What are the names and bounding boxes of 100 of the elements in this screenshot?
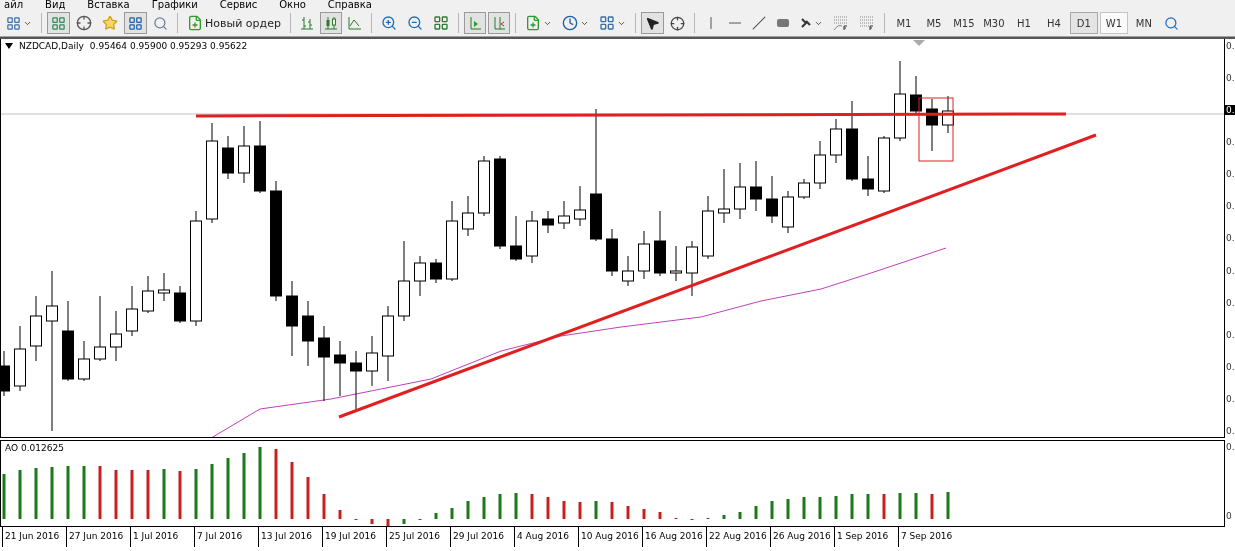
timeframe-button[interactable]: M30 <box>979 12 1008 34</box>
date-label: 4 Aug 2016 <box>514 527 578 547</box>
rectangle-icon <box>775 18 790 28</box>
highlight-rectangle <box>918 97 954 162</box>
candlestick <box>766 175 778 224</box>
candlestick <box>142 275 154 314</box>
candlestick-icon <box>323 16 338 30</box>
histogram-bar <box>306 477 310 519</box>
histogram-bar <box>546 497 550 519</box>
histogram-bar <box>562 501 566 519</box>
candlestick <box>862 155 874 197</box>
histogram-bar <box>210 464 214 519</box>
price-label: 0. <box>1225 233 1235 244</box>
candlestick <box>302 300 314 367</box>
fibonacci-fan-icon <box>832 15 849 31</box>
crosshair-icon <box>669 15 685 31</box>
symbol-label: NZDCAD,Daily <box>19 41 84 51</box>
chart-shift-button[interactable] <box>487 12 510 34</box>
menu-item[interactable]: Вид <box>45 0 66 10</box>
candlestick <box>926 98 938 152</box>
histogram-bar <box>290 462 294 519</box>
arrows-icon <box>799 17 812 29</box>
menu-item[interactable]: Справка <box>327 0 372 10</box>
candlestick <box>574 185 586 227</box>
menu-item[interactable]: айл <box>4 0 24 10</box>
price-label: 0. <box>1225 73 1235 84</box>
price-label: 0. <box>1225 297 1235 308</box>
histogram-bar <box>642 509 646 519</box>
histogram-bar <box>530 494 534 519</box>
star-icon <box>102 15 118 31</box>
histogram-bar <box>114 470 118 519</box>
timeframe-button[interactable]: D1 <box>1069 12 1098 34</box>
cursor-button[interactable] <box>640 12 664 34</box>
file-plus-icon <box>187 15 203 31</box>
histogram-bar <box>610 502 614 519</box>
candlestick <box>78 340 90 382</box>
candlestick <box>910 75 922 114</box>
histogram-bar <box>498 494 502 519</box>
date-label: 19 Jul 2016 <box>322 527 386 547</box>
candlestick <box>734 162 746 220</box>
date-label: 29 Jul 2016 <box>450 527 514 547</box>
histogram-bar <box>146 470 150 519</box>
date-label: 13 Jul 2016 <box>258 527 322 547</box>
price-label: 0. <box>1225 137 1235 148</box>
timeframe-button[interactable]: M5 <box>919 12 948 34</box>
histogram-bar <box>82 466 86 519</box>
menu-item[interactable]: Сервис <box>219 0 258 10</box>
histogram-bar <box>242 453 246 519</box>
market-watch-button[interactable] <box>47 12 70 34</box>
dropdown-triangle-icon <box>5 43 13 49</box>
timeframe-button[interactable]: W1 <box>1099 12 1128 34</box>
cursor-icon <box>644 15 660 31</box>
shift-marker-icon <box>913 40 925 46</box>
candlestick <box>222 135 234 180</box>
histogram-bar <box>66 466 70 519</box>
candlestick <box>814 140 826 190</box>
candlestick <box>366 335 378 387</box>
histogram-bar <box>274 449 278 519</box>
line-chart-icon <box>347 16 362 30</box>
histogram-bar <box>658 512 662 519</box>
price-label: 0. <box>1225 425 1235 436</box>
search-icon <box>1163 15 1179 31</box>
histogram-bar <box>946 492 950 519</box>
search-icon <box>153 15 168 31</box>
date-label: 7 Sep 2016 <box>898 527 962 547</box>
candlestick <box>878 135 890 194</box>
menu-item[interactable]: Графики <box>151 0 198 10</box>
grid-icon <box>598 15 615 31</box>
candlestick <box>158 272 170 302</box>
histogram-bar <box>754 506 758 519</box>
timeframe-button[interactable]: H4 <box>1039 12 1068 34</box>
fibonacci-levels-icon <box>858 15 875 31</box>
timeframe-button[interactable]: MN <box>1129 12 1158 34</box>
histogram-bar <box>178 471 182 519</box>
timeframe-button[interactable]: M15 <box>949 12 978 34</box>
terminal-button[interactable] <box>124 12 147 34</box>
date-label: 7 Jul 2016 <box>194 527 258 547</box>
candlestick <box>510 215 522 262</box>
histogram-bar <box>98 466 102 519</box>
histogram-bar <box>450 508 454 519</box>
candlestick <box>542 210 554 234</box>
menu-item[interactable]: Вставка <box>87 0 130 10</box>
auto-scroll-button[interactable] <box>463 12 486 34</box>
new-order-button[interactable]: Новый ордер <box>183 12 285 34</box>
timeframe-button[interactable]: M1 <box>889 12 918 34</box>
timeframe-button[interactable]: H1 <box>1009 12 1038 34</box>
indicator-axis-label: 0. <box>1225 442 1235 452</box>
histogram-bar <box>866 494 870 519</box>
histogram-bar <box>850 494 854 519</box>
histogram-bar <box>50 467 54 519</box>
menu-item[interactable]: Окно <box>279 0 306 10</box>
histogram-bar <box>34 468 38 519</box>
candlestick <box>638 230 650 280</box>
candlestick-button[interactable] <box>319 12 342 34</box>
histogram-bar <box>802 497 806 519</box>
histogram-bar <box>578 502 582 519</box>
price-label: 0. <box>1225 41 1235 51</box>
price-label: 0. <box>1225 169 1235 180</box>
candlestick <box>126 285 138 337</box>
zoom-in-icon <box>380 15 397 31</box>
